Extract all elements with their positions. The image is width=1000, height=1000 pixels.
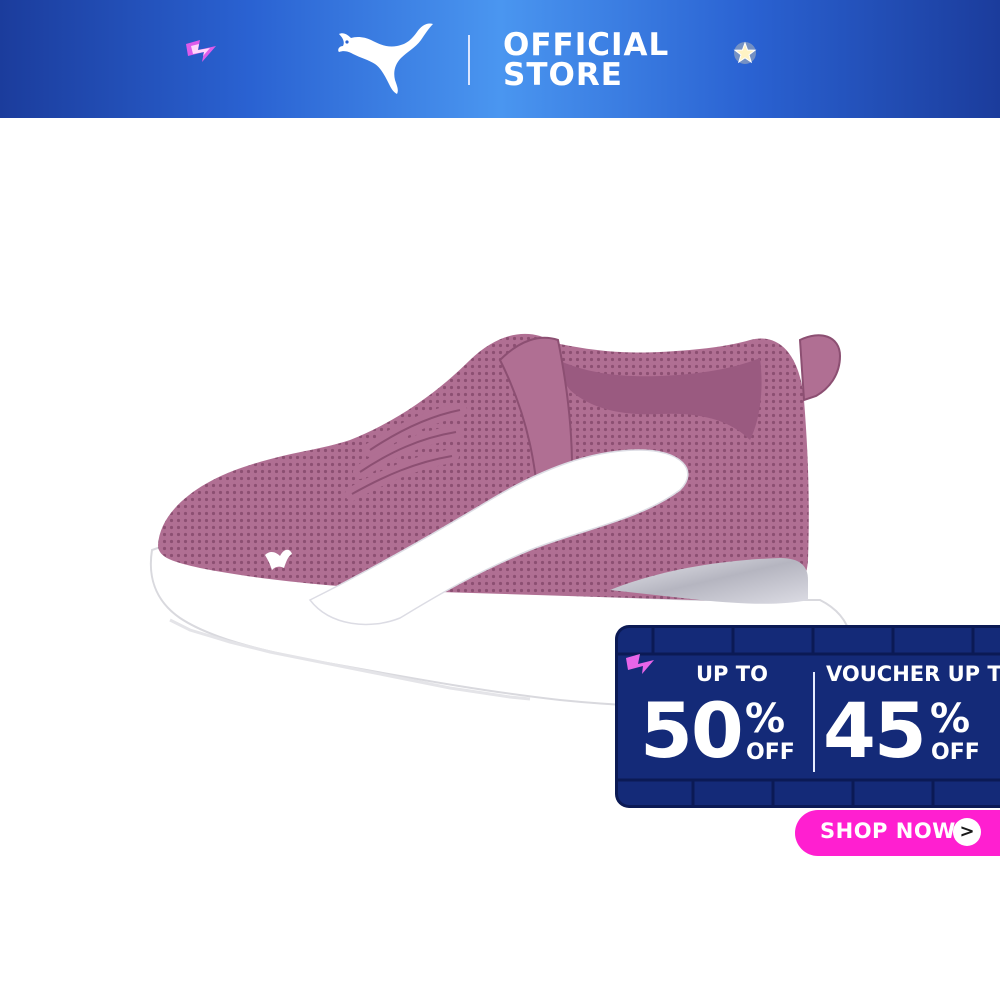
promo-right-label: VOUCHER UP TO (826, 662, 1000, 686)
promo-left-off: OFF (746, 740, 795, 765)
promo-right-value: 45 (823, 686, 927, 775)
star-icon (733, 41, 757, 64)
banner-divider (468, 35, 470, 85)
promo-left-pct: % (745, 696, 786, 742)
shop-now-label: SHOP NOW (820, 819, 956, 843)
arrow-right-icon: > (953, 818, 981, 846)
promo-right-pct: % (930, 696, 971, 742)
promo-left-label: UP TO (696, 662, 768, 686)
shop-now-button[interactable]: SHOP NOW > (795, 810, 1000, 856)
promo-panel: UP TO 50 % OFF VOUCHER UP TO 45 % OFF (615, 625, 1000, 808)
promo-divider (813, 672, 815, 772)
promo-left-value: 50 (640, 686, 744, 775)
lightning-bolt-icon (186, 40, 216, 62)
puma-logo (338, 23, 433, 95)
store-line-2: STORE (503, 57, 623, 93)
promo-right-off: OFF (931, 740, 980, 765)
official-store-banner: OFFICIAL STORE (0, 0, 1000, 118)
